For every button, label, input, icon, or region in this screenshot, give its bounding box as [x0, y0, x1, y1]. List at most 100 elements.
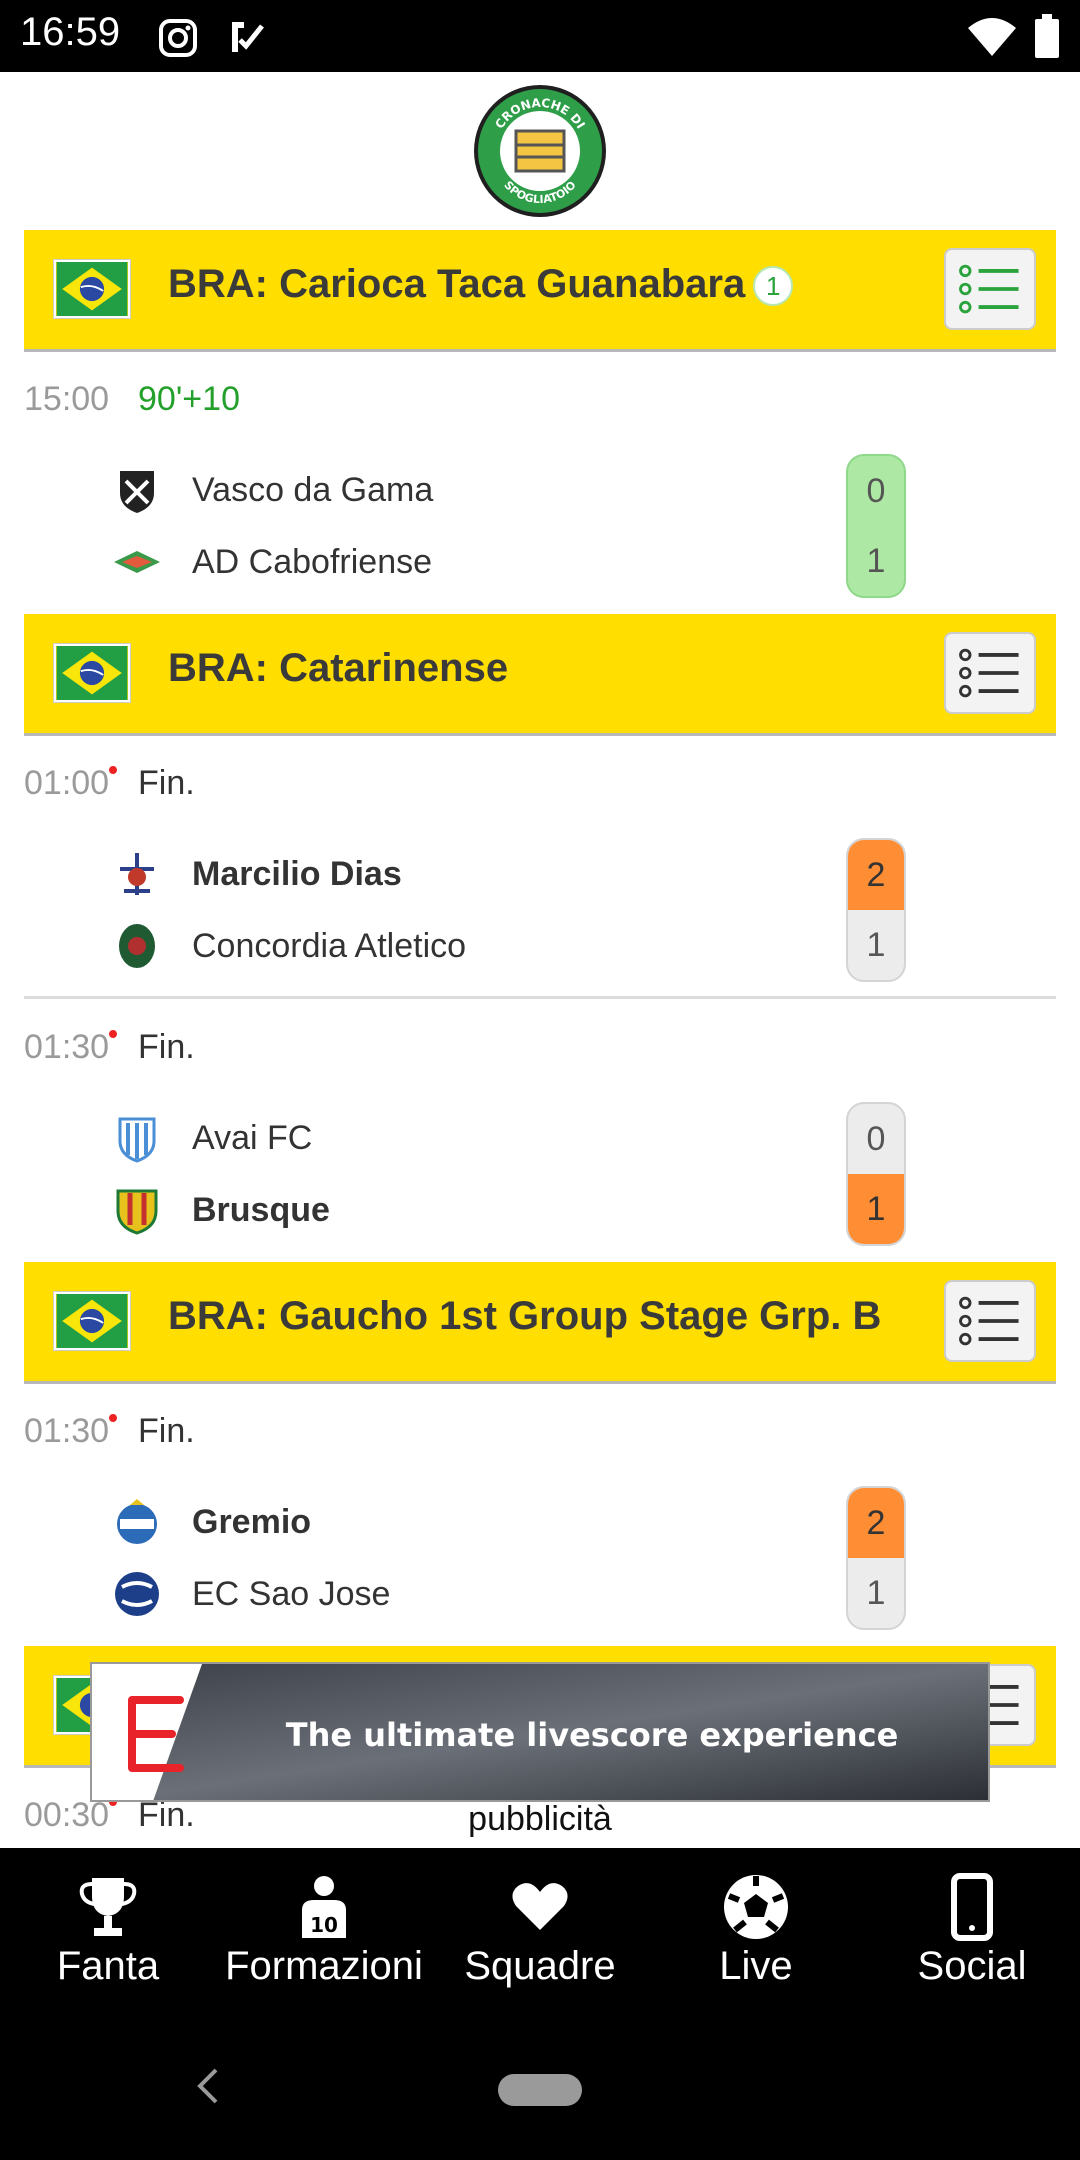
- status-bar: 16:59: [0, 0, 1080, 72]
- nav-label: Live: [719, 1944, 793, 1988]
- player-jersey-icon: 10: [302, 1876, 346, 1938]
- league-name: BRA: Carioca Taca Guanabara 1: [168, 262, 794, 307]
- league-name: BRA: Catarinense: [168, 646, 509, 690]
- match-status: Fin.: [138, 1412, 195, 1450]
- away-team: Brusque: [112, 1180, 330, 1240]
- trophy-icon: [79, 1878, 137, 1936]
- brusque-crest-icon: [116, 1189, 158, 1235]
- away-team: AD Cabofriense: [112, 532, 432, 592]
- nav-live[interactable]: Live: [648, 1872, 864, 1989]
- team-name: Marcilio Dias: [192, 854, 402, 893]
- wifi-icon: [968, 18, 1016, 56]
- home-team: Marcilio Dias: [112, 844, 402, 904]
- sao-jose-crest-icon: [115, 1572, 159, 1616]
- home-score: 0: [866, 1120, 886, 1158]
- nav-formazioni[interactable]: 10 Formazioni: [216, 1872, 432, 1989]
- concordia-crest-icon: [119, 924, 155, 968]
- ad-text: The ultimate livescore experience: [286, 1716, 899, 1754]
- svg-text:10: 10: [310, 1913, 338, 1937]
- ad-image: The ultimate livescore experience: [92, 1664, 988, 1800]
- soccer-ball-icon: [724, 1875, 788, 1939]
- time-text: 01:30: [24, 1028, 110, 1066]
- home-team: Avai FC: [112, 1108, 312, 1168]
- cabofriense-crest-icon: [114, 551, 160, 573]
- team-name: Brusque: [192, 1190, 330, 1229]
- match-status: Fin.: [138, 764, 195, 802]
- vasco-crest-icon: [120, 471, 154, 513]
- home-team: Gremio: [112, 1492, 311, 1552]
- match-time: 01:30: [24, 1028, 118, 1067]
- finished-dot: [109, 1030, 118, 1038]
- score-box: 2 1: [846, 838, 906, 982]
- match-row[interactable]: 01:30 Fin. Gremio EC Sao Jose 2 1: [24, 1412, 1056, 1632]
- avai-crest-icon: [118, 1117, 156, 1163]
- nav-squadre[interactable]: Squadre: [432, 1872, 648, 1989]
- team-name: Concordia Atletico: [192, 926, 467, 965]
- instagram-icon: [159, 19, 197, 57]
- finished-dot: [109, 1414, 118, 1422]
- nav-social[interactable]: Social: [864, 1872, 1080, 1989]
- status-time: 16:59: [20, 10, 121, 54]
- match-status: Fin.: [138, 1028, 195, 1066]
- league-header-catarinense[interactable]: BRA: Catarinense: [24, 614, 1056, 736]
- ad-label: pubblicità: [468, 1800, 612, 1838]
- away-score: 1: [848, 1174, 904, 1244]
- away-score: 1: [866, 926, 886, 964]
- score-box: 2 1: [846, 1486, 906, 1630]
- league-header-carioca[interactable]: BRA: Carioca Taca Guanabara 1: [24, 230, 1056, 352]
- brazil-flag-icon: [54, 644, 130, 702]
- home-pill-button[interactable]: [498, 2074, 582, 2106]
- score-box: 0 1: [846, 1102, 906, 1246]
- brazil-flag-icon: [54, 260, 130, 318]
- standings-list-button[interactable]: [944, 632, 1036, 714]
- nav-label: Squadre: [464, 1944, 616, 1988]
- nav-label: Social: [917, 1944, 1027, 1988]
- marcilio-dias-crest-icon: [120, 853, 154, 895]
- time-text: 01:30: [24, 1412, 110, 1450]
- standings-list-button[interactable]: [944, 248, 1036, 330]
- away-team: Concordia Atletico: [112, 916, 466, 976]
- away-score: 1: [866, 542, 886, 580]
- league-name: BRA: Gaucho 1st Group Stage Grp. B: [168, 1294, 882, 1338]
- team-name: Avai FC: [192, 1118, 313, 1157]
- check-app-icon: [232, 22, 264, 52]
- match-time: 01:00: [24, 764, 118, 803]
- home-team: Vasco da Gama: [112, 460, 433, 520]
- team-name: Vasco da Gama: [192, 470, 434, 509]
- nav-label: Formazioni: [225, 1944, 423, 1988]
- home-score: 0: [866, 472, 886, 510]
- team-name: AD Cabofriense: [192, 542, 433, 581]
- ad-banner[interactable]: The ultimate livescore experience: [90, 1662, 990, 1802]
- battery-icon: [1035, 14, 1059, 58]
- match-time: 01:30: [24, 1412, 118, 1451]
- smartphone-icon: [951, 1873, 993, 1941]
- team-name: Gremio: [192, 1502, 312, 1541]
- away-score: 1: [866, 1574, 886, 1612]
- bottom-navigation: Fanta 10 Formazioni Squadre Live Social: [0, 1848, 1080, 2160]
- match-status: 90'+10: [138, 380, 240, 418]
- score-box: 0 1: [846, 454, 906, 598]
- league-header-gaucho[interactable]: BRA: Gaucho 1st Group Stage Grp. B: [24, 1262, 1056, 1384]
- back-icon[interactable]: [196, 2066, 220, 2106]
- standings-list-button[interactable]: [944, 1280, 1036, 1362]
- home-score: 2: [848, 1488, 904, 1558]
- live-count-badge: 1: [753, 266, 794, 307]
- league-title: BRA: Carioca Taca Guanabara: [168, 262, 746, 306]
- app-header: CRONACHE DI SPOGLIATOIO: [0, 72, 1080, 230]
- finished-dot: [109, 766, 118, 774]
- time-text: 01:00: [24, 764, 110, 802]
- team-name: EC Sao Jose: [192, 1574, 391, 1613]
- nav-label: Fanta: [56, 1944, 160, 1988]
- match-row[interactable]: 01:30 Fin. Avai FC Brusque 0 1: [24, 1028, 1056, 1248]
- match-time: 15:00: [24, 380, 110, 418]
- gremio-crest-icon: [117, 1499, 157, 1544]
- away-team: EC Sao Jose: [112, 1564, 390, 1624]
- divider: [24, 996, 1056, 999]
- home-score: 2: [848, 840, 904, 910]
- match-row[interactable]: 15:00 90'+10 Vasco da Gama AD Cabofriens…: [24, 380, 1056, 600]
- nav-fanta[interactable]: Fanta: [0, 1872, 216, 1989]
- heart-icon: [512, 1883, 568, 1930]
- brazil-flag-icon: [54, 1292, 130, 1350]
- match-row[interactable]: 01:00 Fin. Marcilio Dias Concordia Atlet…: [24, 764, 1056, 984]
- app-logo[interactable]: CRONACHE DI SPOGLIATOIO: [472, 83, 608, 219]
